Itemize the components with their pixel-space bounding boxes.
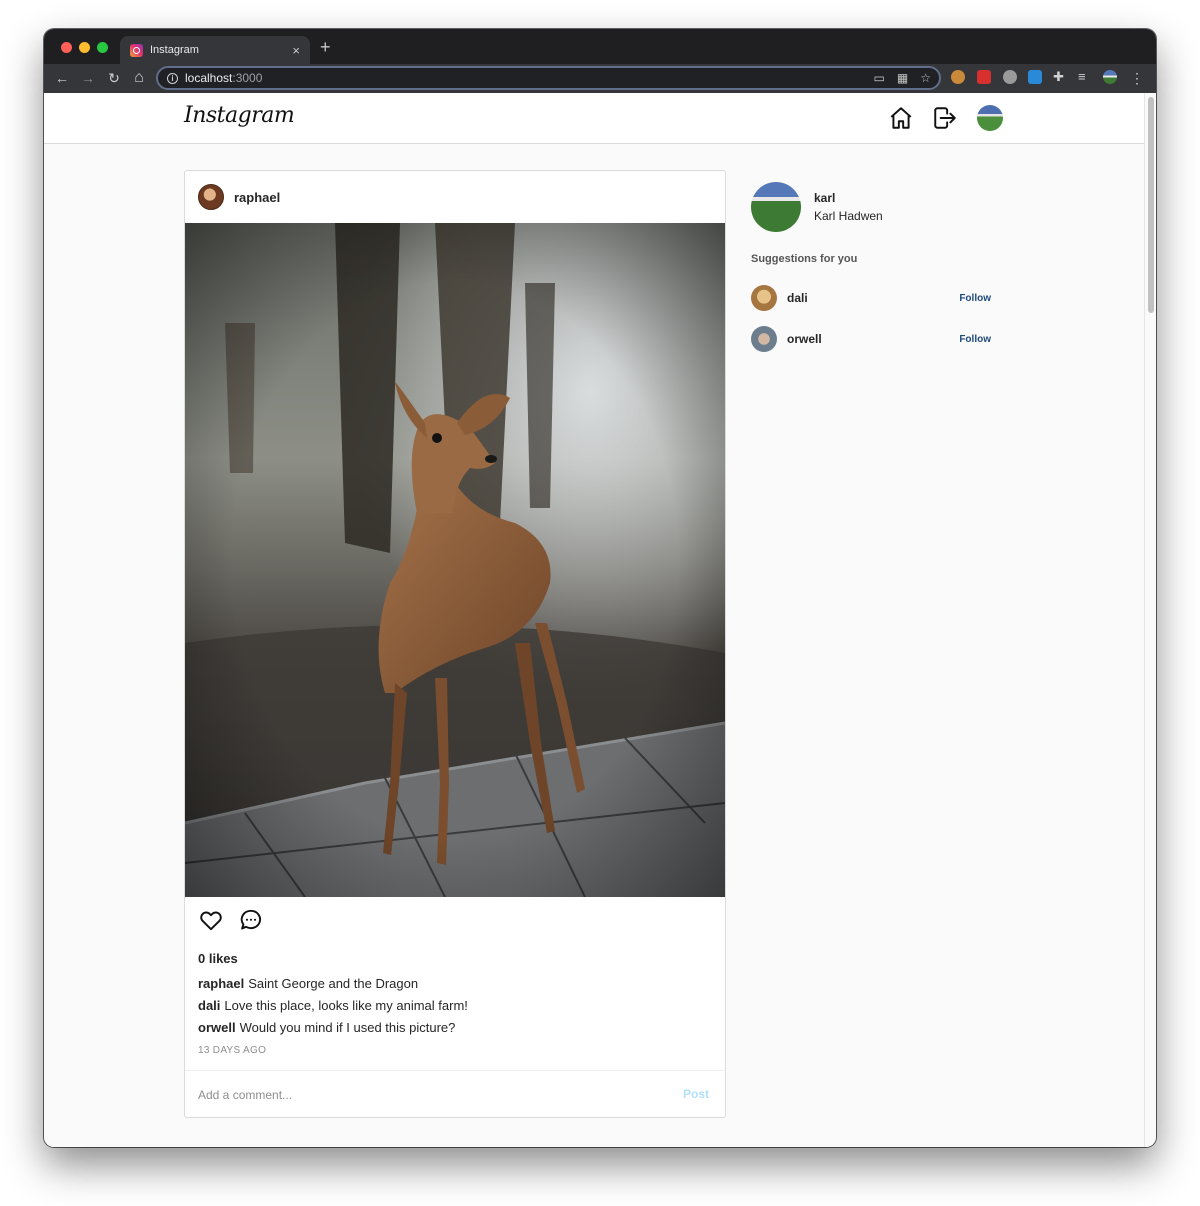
- follow-button[interactable]: Follow: [959, 334, 991, 345]
- post-author-username[interactable]: raphael: [234, 190, 280, 205]
- comment-username[interactable]: raphael: [198, 976, 244, 991]
- post-header: raphael: [185, 171, 725, 223]
- post-author-avatar[interactable]: [198, 184, 224, 210]
- home-button[interactable]: ⌂: [129, 68, 149, 88]
- page-scrollbar[interactable]: [1144, 93, 1156, 1147]
- comment-text: Love this place, looks like my animal fa…: [224, 998, 468, 1013]
- post-actions: [198, 907, 264, 933]
- blue-extension-icon[interactable]: [1028, 70, 1042, 84]
- red-extension-icon[interactable]: [977, 70, 991, 84]
- like-count: 0 likes: [198, 951, 238, 966]
- suggestion-avatar[interactable]: [751, 285, 777, 311]
- new-tab-button[interactable]: +: [320, 37, 331, 58]
- address-bar-actions: ▭ ▦ ☆: [874, 71, 931, 85]
- profile-avatar-icon[interactable]: [1103, 70, 1117, 84]
- instagram-favicon-icon: [130, 43, 143, 57]
- suggestion-row: dali Follow: [751, 285, 991, 311]
- comment-text: Would you mind if I used this picture?: [239, 1020, 456, 1035]
- instagram-logo[interactable]: Instagram: [184, 103, 295, 128]
- suggestion-username[interactable]: dali: [787, 291, 959, 305]
- current-user-full-name: Karl Hadwen: [814, 209, 883, 223]
- app-header: Instagram: [44, 93, 1144, 144]
- sign-out-icon[interactable]: [932, 105, 958, 131]
- comment: orwell Would you mind if I used this pict…: [198, 1020, 455, 1035]
- caption: raphael Saint George and the Dragon: [198, 976, 418, 991]
- suggestion-row: orwell Follow: [751, 326, 991, 352]
- suggestions-heading: Suggestions for you: [751, 253, 858, 265]
- back-button[interactable]: ←: [52, 68, 72, 88]
- minimize-window-button[interactable]: [79, 42, 90, 53]
- reading-list-icon[interactable]: ≡: [1078, 70, 1092, 84]
- post-comment-button[interactable]: Post: [683, 1087, 709, 1101]
- site-info-icon[interactable]: i: [167, 72, 178, 84]
- add-comment-input[interactable]: [198, 1084, 638, 1106]
- extensions-puzzle-icon[interactable]: ✚: [1053, 70, 1067, 84]
- comment: dali Love this place, looks like my anima…: [198, 998, 468, 1013]
- browser-window: Instagram × + ← → ↻ ⌂ i localhost:3000 ▭…: [44, 29, 1156, 1147]
- current-user-username[interactable]: karl: [814, 191, 883, 205]
- comment-bubble-icon[interactable]: [238, 907, 264, 933]
- address-bar[interactable]: i localhost:3000 ▭ ▦ ☆: [156, 66, 941, 90]
- comment-text: Saint George and the Dragon: [248, 976, 419, 991]
- qr-code-icon[interactable]: ▦: [897, 71, 908, 85]
- reload-button[interactable]: ↻: [104, 68, 124, 88]
- post-photo[interactable]: [185, 223, 725, 897]
- cast-icon[interactable]: ▭: [874, 71, 885, 85]
- url-port: :3000: [232, 71, 263, 85]
- cookie-extension-icon[interactable]: [951, 70, 965, 84]
- suggestion-avatar[interactable]: [751, 326, 777, 352]
- browser-toolbar: ← → ↻ ⌂ i localhost:3000 ▭ ▦ ☆ ✚ ≡ ⋮: [44, 64, 1156, 93]
- gray-extension-icon[interactable]: [1003, 70, 1017, 84]
- home-icon[interactable]: [888, 105, 914, 131]
- browser-menu-icon[interactable]: ⋮: [1127, 68, 1147, 88]
- browser-tab[interactable]: Instagram ×: [120, 36, 310, 64]
- comment-username[interactable]: dali: [198, 998, 220, 1013]
- comment-username[interactable]: orwell: [198, 1020, 236, 1035]
- post-card: raphael 0 likes raphael Saint George and…: [184, 170, 726, 1118]
- suggestion-username[interactable]: orwell: [787, 332, 959, 346]
- user-avatar[interactable]: [977, 105, 1003, 131]
- scrollbar-thumb[interactable]: [1148, 97, 1154, 313]
- current-user-avatar[interactable]: [751, 182, 801, 232]
- close-window-button[interactable]: [61, 42, 72, 53]
- post-timestamp: 13 DAYS AGO: [198, 1045, 267, 1056]
- maximize-window-button[interactable]: [97, 42, 108, 53]
- url-host: localhost: [185, 71, 233, 85]
- tab-close-icon[interactable]: ×: [292, 43, 300, 58]
- bookmark-star-icon[interactable]: ☆: [920, 71, 931, 85]
- follow-button[interactable]: Follow: [959, 293, 991, 304]
- tab-strip: Instagram × +: [44, 29, 1156, 64]
- page: Instagram raphael 0 likes raphael Saint …: [44, 93, 1144, 1147]
- add-comment-bar: Post: [185, 1070, 725, 1117]
- like-heart-icon[interactable]: [198, 907, 224, 933]
- tab-title: Instagram: [150, 44, 199, 56]
- current-user-card: karl Karl Hadwen: [751, 182, 883, 232]
- forward-button[interactable]: →: [78, 68, 98, 88]
